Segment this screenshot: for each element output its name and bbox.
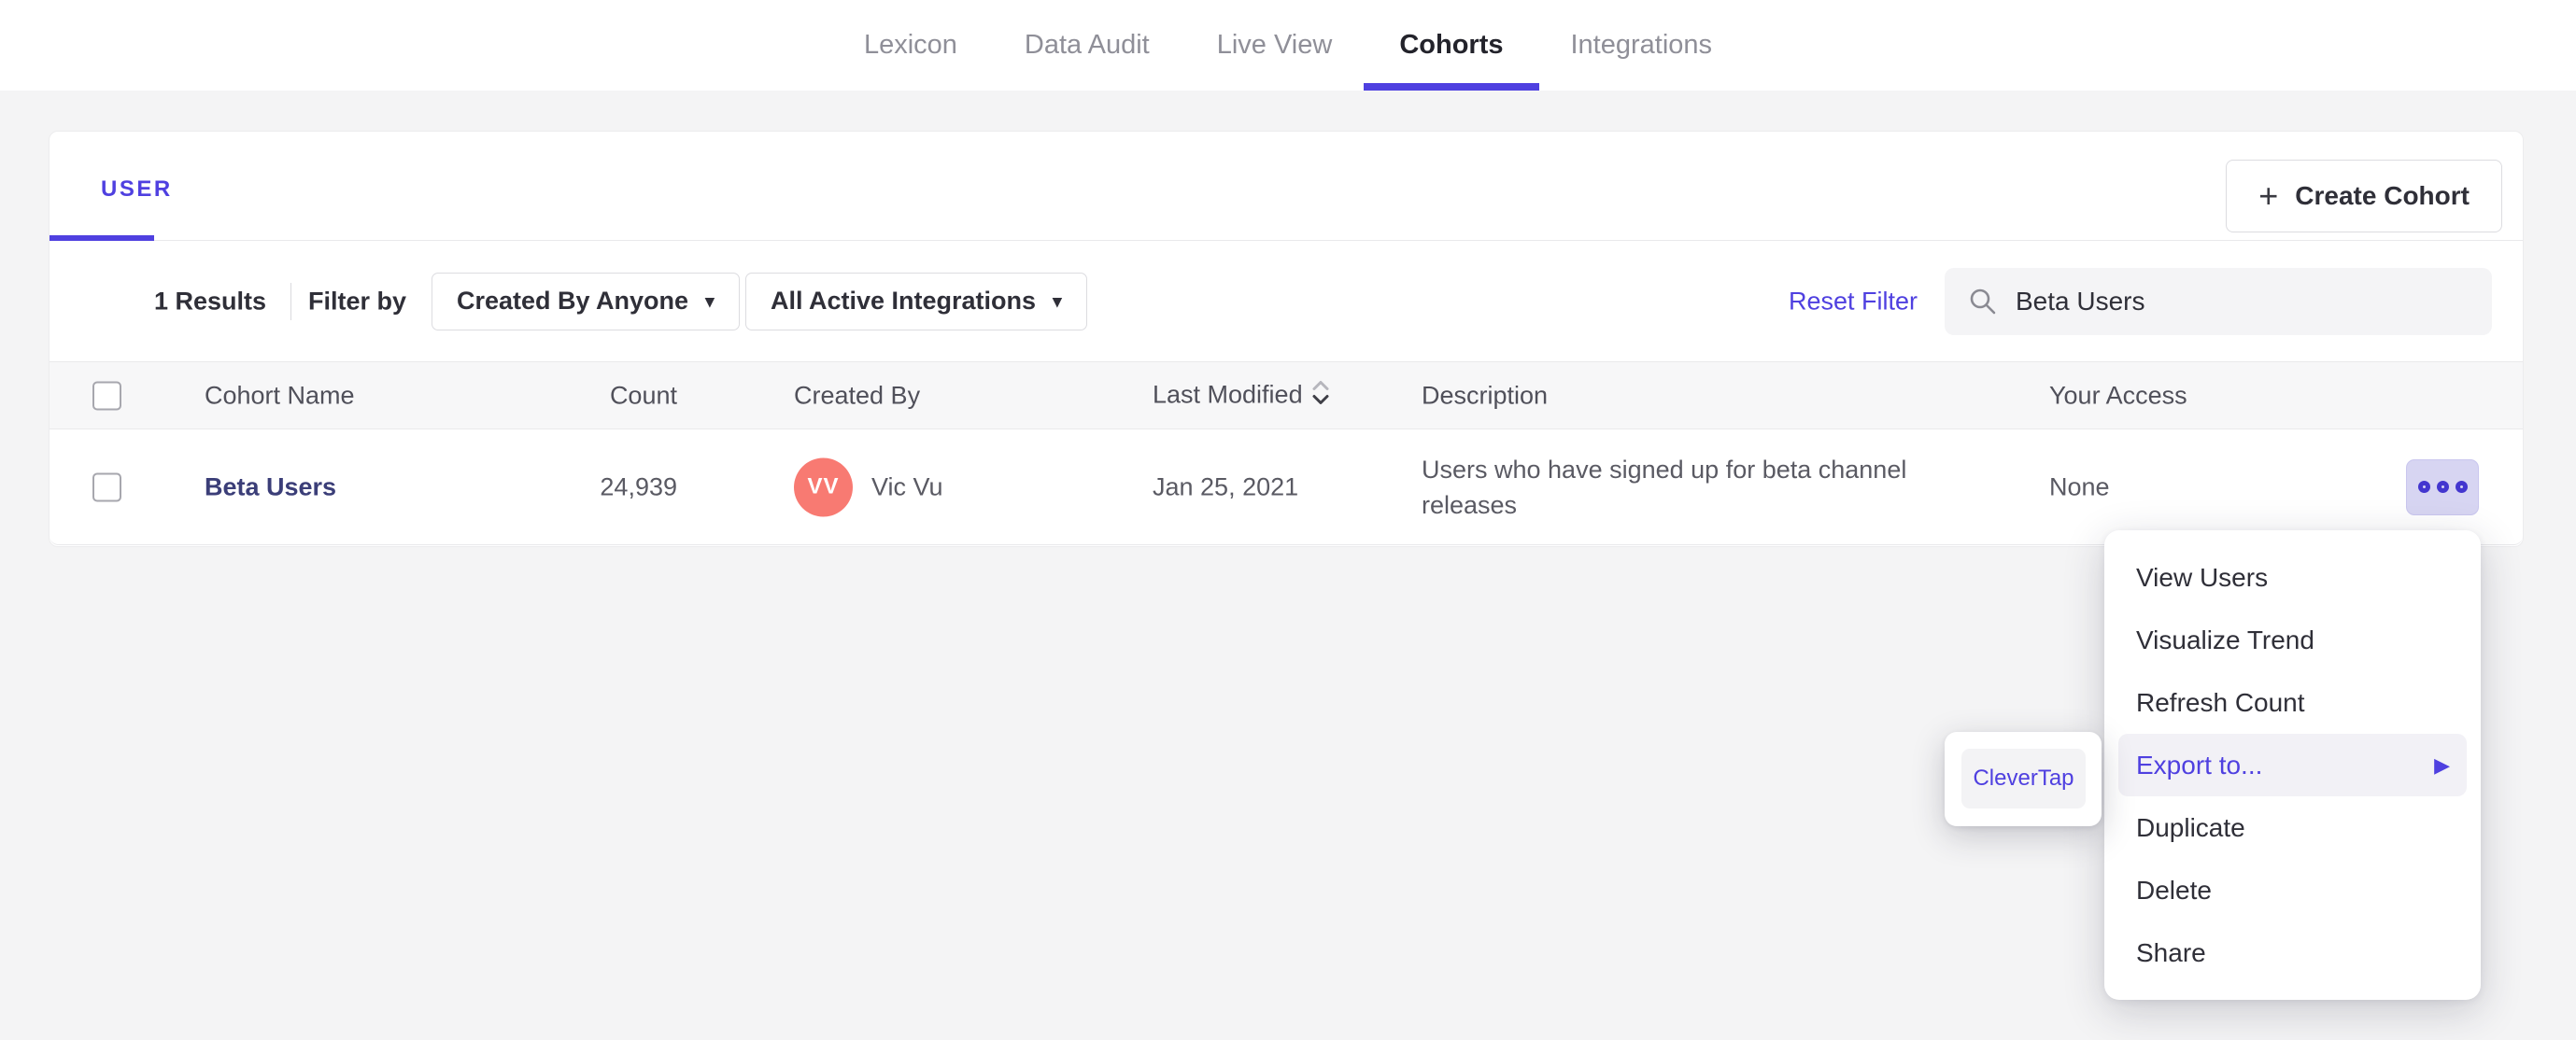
header-last-modified[interactable]: Last Modified [1153,378,1331,413]
filter-bar: 1 Results Filter by Created By Anyone ▾ … [50,241,2523,361]
top-nav-tabs: Lexicon Data Audit Live View Cohorts Int… [0,0,2576,91]
your-access-cell: None [2049,472,2110,500]
tab-live-view[interactable]: Live View [1217,0,1333,91]
caret-down-icon: ▾ [705,292,715,312]
header-created-by[interactable]: Created By [794,381,920,410]
menu-item-delete[interactable]: Delete [2104,859,2481,921]
created-by-cell: VV Vic Vu [794,457,943,516]
tab-user[interactable]: USER [101,176,173,203]
menu-item-view-users[interactable]: View Users [2104,546,2481,609]
avatar: VV [794,457,853,516]
menu-item-visualize-trend[interactable]: Visualize Trend [2104,609,2481,671]
row-checkbox[interactable] [92,472,121,501]
row-actions-menu: View Users Visualize Trend Refresh Count… [2104,530,2481,1000]
reset-filter-link[interactable]: Reset Filter [1789,287,1918,316]
search-input[interactable] [1945,267,2492,335]
filter-divider [290,282,291,320]
tab-cohorts[interactable]: Cohorts [1364,0,1539,91]
table-header: Cohort Name Count Created By Last Modifi… [50,361,2523,429]
tab-data-audit[interactable]: Data Audit [1025,0,1150,91]
header-cohort-name[interactable]: Cohort Name [205,381,355,410]
last-modified-cell: Jan 25, 2021 [1153,472,1299,500]
table-row: Beta Users 24,939 VV Vic Vu Jan 25, 2021… [50,429,2523,545]
create-cohort-label: Create Cohort [2295,181,2470,210]
submenu-item-clevertap[interactable]: CleverTap [1961,749,2086,808]
header-count[interactable]: Count [472,381,677,410]
header-description: Description [1422,381,1549,409]
results-count: 1 Results [154,287,267,315]
plus-icon: + [2258,176,2279,215]
cohort-count: 24,939 [600,472,677,500]
submenu-arrow-icon: ▶ [2434,752,2450,777]
filter-by-label: Filter by [308,287,407,315]
created-by-dropdown-label: Created By Anyone [457,287,689,315]
caret-down-icon: ▾ [1053,292,1062,312]
ellipsis-icon [2455,481,2468,493]
ellipsis-icon [2436,481,2449,493]
row-actions-button[interactable] [2406,458,2479,515]
card-header: USER + Create Cohort [50,132,2523,241]
menu-item-share[interactable]: Share [2104,921,2481,984]
cohort-name-link[interactable]: Beta Users [205,472,336,501]
description-cell: Users who have signed up for beta channe… [1422,455,1907,519]
tab-lexicon[interactable]: Lexicon [864,0,957,91]
menu-item-export-to[interactable]: Export to... ▶ [2118,734,2467,796]
create-cohort-button[interactable]: + Create Cohort [2226,160,2502,232]
ellipsis-icon [2417,481,2430,493]
menu-item-duplicate[interactable]: Duplicate [2104,796,2481,859]
integrations-dropdown-label: All Active Integrations [771,287,1037,315]
header-your-access: Your Access [2049,381,2187,409]
header-last-modified-label: Last Modified [1153,380,1303,408]
export-submenu: CleverTap [1945,732,2102,826]
top-nav: Lexicon Data Audit Live View Cohorts Int… [0,0,2576,91]
cohorts-card: USER + Create Cohort 1 Results Filter by… [49,131,2524,547]
select-all-checkbox[interactable] [92,381,121,410]
created-by-name: Vic Vu [871,472,943,500]
sort-icon[interactable] [1310,378,1331,413]
integrations-dropdown[interactable]: All Active Integrations ▾ [745,272,1087,330]
menu-item-refresh-count[interactable]: Refresh Count [2104,671,2481,734]
menu-item-export-to-label: Export to... [2136,750,2263,780]
tab-integrations[interactable]: Integrations [1571,0,1713,91]
created-by-dropdown[interactable]: Created By Anyone ▾ [432,272,740,330]
search-box [1945,267,2492,335]
